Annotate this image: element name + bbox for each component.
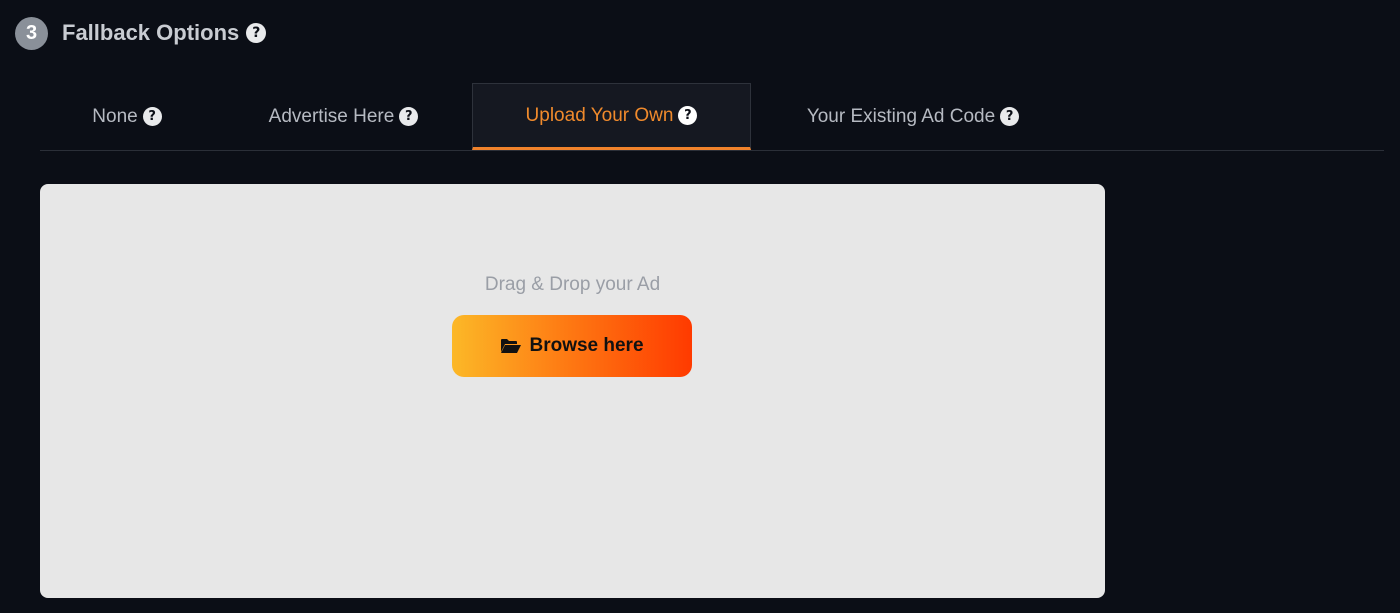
browse-button[interactable]: Browse here: [452, 315, 692, 377]
question-circle-icon[interactable]: ?: [1000, 107, 1020, 126]
section-title: Fallback Options: [62, 20, 240, 45]
question-circle-icon[interactable]: ?: [142, 107, 162, 126]
tab-label: Advertise Here: [268, 105, 395, 127]
question-circle-icon[interactable]: ?: [399, 107, 419, 126]
ad-upload-dropzone[interactable]: Drag & Drop your Ad Browse here: [40, 184, 1105, 598]
tab-your-existing-ad-code[interactable]: Your Existing Ad Code ?: [770, 83, 1056, 150]
question-circle-icon[interactable]: ?: [246, 23, 267, 43]
fallback-options-page: 3 Fallback Options ? None ? Advertise He…: [0, 0, 1400, 613]
tab-label: None: [92, 105, 138, 127]
tab-label: Your Existing Ad Code: [806, 105, 996, 127]
folder-open-icon: [501, 339, 522, 353]
dropzone-instruction: Drag & Drop your Ad: [484, 274, 661, 295]
tab-none[interactable]: None ?: [58, 83, 196, 150]
tab-upload-your-own[interactable]: Upload Your Own ?: [472, 83, 751, 150]
tab-label: Upload Your Own: [525, 104, 674, 126]
section-header: 3 Fallback Options ?: [15, 16, 267, 50]
fallback-tabs: None ? Advertise Here ? Upload Your Own …: [40, 83, 1384, 151]
step-number-badge: 3: [15, 16, 48, 50]
browse-button-label: Browse here: [529, 335, 644, 356]
tab-advertise-here[interactable]: Advertise Here ?: [236, 83, 451, 150]
question-circle-icon[interactable]: ?: [678, 106, 698, 125]
